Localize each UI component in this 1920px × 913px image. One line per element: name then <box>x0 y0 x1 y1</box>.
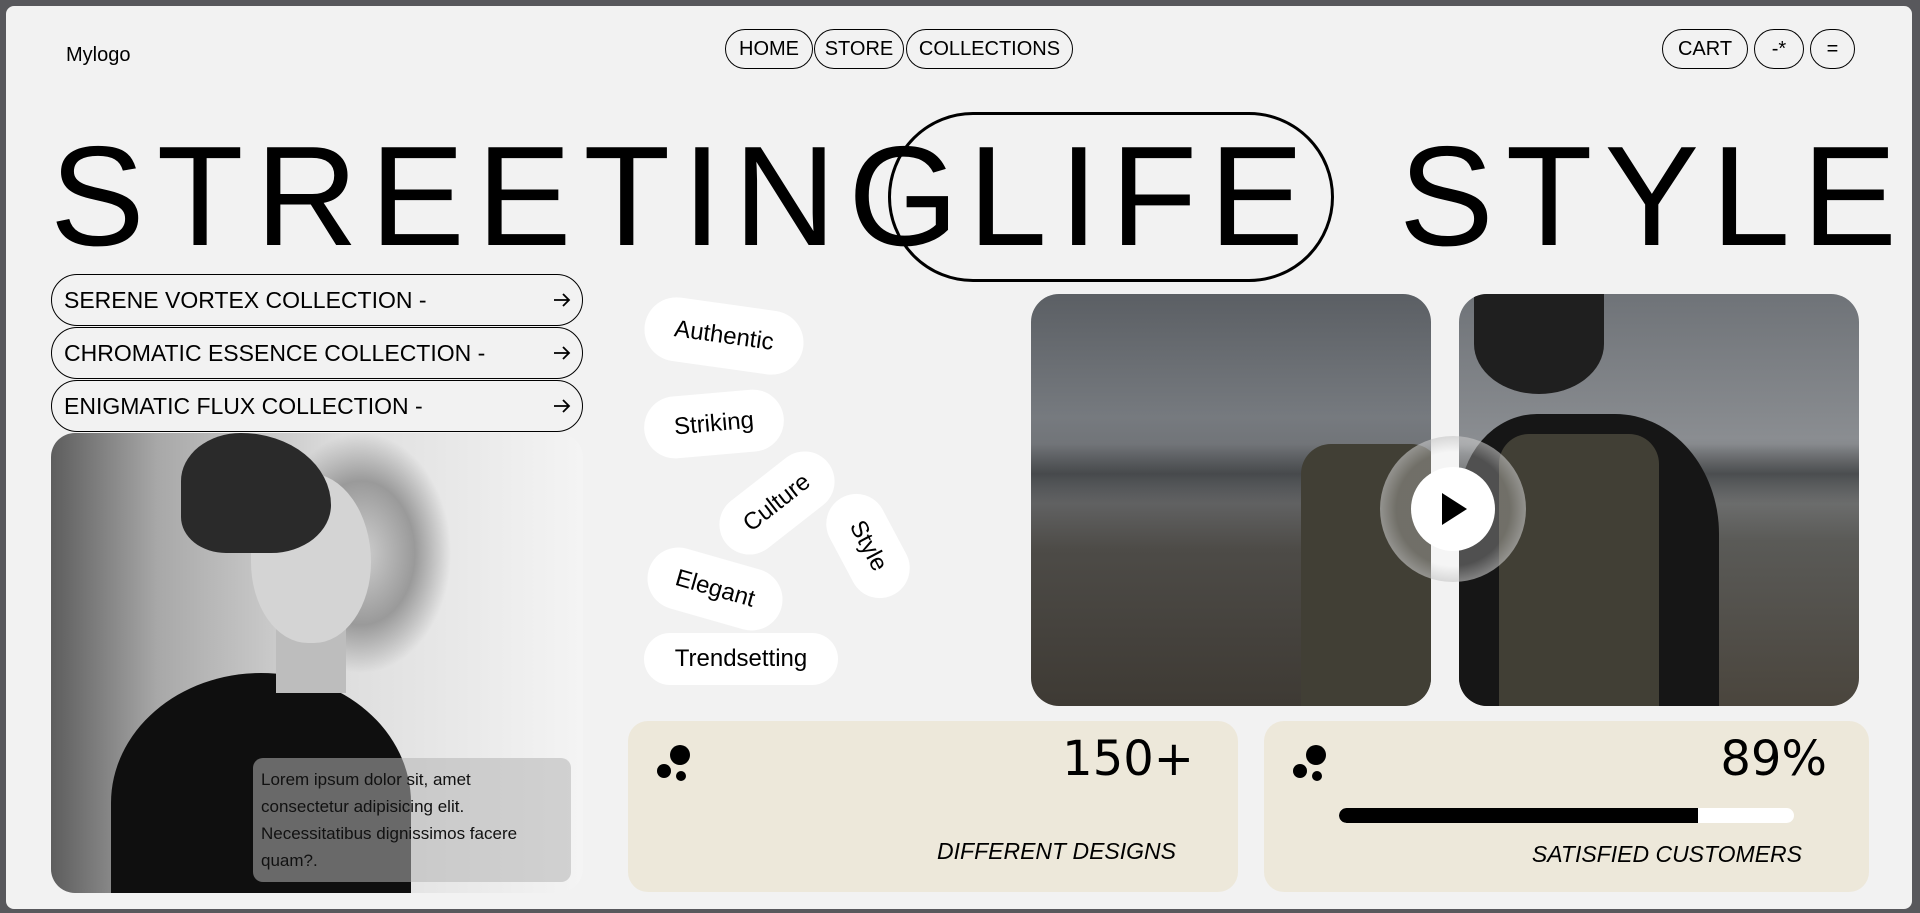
collection-link-chromatic-essence[interactable]: CHROMATIC ESSENCE COLLECTION - <box>51 327 583 379</box>
collection-label: SERENE VORTEX COLLECTION - <box>64 286 427 313</box>
collection-label: CHROMATIC ESSENCE COLLECTION - <box>64 339 486 366</box>
stat-label: SATISFIED CUSTOMERS <box>1531 841 1802 867</box>
play-video-button[interactable] <box>1380 436 1526 582</box>
collection-link-serene-vortex[interactable]: SERENE VORTEX COLLECTION - <box>51 274 583 326</box>
nav-home[interactable]: HOME <box>725 29 813 69</box>
hiker-photo-left <box>1031 294 1431 706</box>
stat-value: 150+ <box>1062 731 1194 787</box>
stat-card-customers: 89% SATISFIED CUSTOMERS <box>1264 721 1869 892</box>
play-button-core[interactable] <box>1411 467 1495 551</box>
stat-label: DIFFERENT DESIGNS <box>937 838 1176 864</box>
tag-authentic[interactable]: Authentic <box>640 293 808 379</box>
collection-label: ENIGMATIC FLUX COLLECTION - <box>64 392 423 419</box>
backpack-shape <box>1499 434 1659 706</box>
tag-culture[interactable]: Culture <box>707 439 847 567</box>
model-portrait-image: Lorem ipsum dolor sit, amet consectetur … <box>51 433 583 893</box>
icon-button-star[interactable]: -* <box>1754 29 1804 69</box>
tag-elegant[interactable]: Elegant <box>640 540 790 638</box>
satisfaction-progress-bar <box>1339 808 1794 823</box>
nav-collections[interactable]: COLLECTIONS <box>906 29 1073 69</box>
headline-word-streeting: STREETING <box>50 117 971 276</box>
logo[interactable]: Mylogo <box>66 44 130 67</box>
stat-value: 89% <box>1720 731 1827 787</box>
headline-word-life: LIFE <box>968 117 1316 276</box>
cart-button[interactable]: CART <box>1662 29 1748 69</box>
portrait-hair <box>181 433 331 553</box>
arrow-right-icon <box>554 399 571 413</box>
hiker-head <box>1474 294 1604 394</box>
tag-style[interactable]: Style <box>815 483 921 609</box>
image-caption: Lorem ipsum dolor sit, amet consectetur … <box>253 758 571 882</box>
three-dots-icon <box>1293 745 1326 781</box>
headline-word-style: STYLE <box>1399 117 1909 276</box>
tag-trendsetting[interactable]: Trendsetting <box>644 633 838 685</box>
arrow-right-icon <box>554 293 571 307</box>
arrow-right-icon <box>554 346 571 360</box>
collection-link-enigmatic-flux[interactable]: ENIGMATIC FLUX COLLECTION - <box>51 380 583 432</box>
tag-striking[interactable]: Striking <box>641 387 787 461</box>
menu-button[interactable]: = <box>1810 29 1855 69</box>
stat-card-designs: 150+ DIFFERENT DESIGNS <box>628 721 1238 892</box>
progress-fill <box>1339 808 1699 823</box>
nav-store[interactable]: STORE <box>814 29 904 69</box>
play-icon <box>1442 493 1467 525</box>
page: Mylogo HOME STORE COLLECTIONS CART -* = … <box>6 6 1912 909</box>
three-dots-icon <box>657 745 690 781</box>
